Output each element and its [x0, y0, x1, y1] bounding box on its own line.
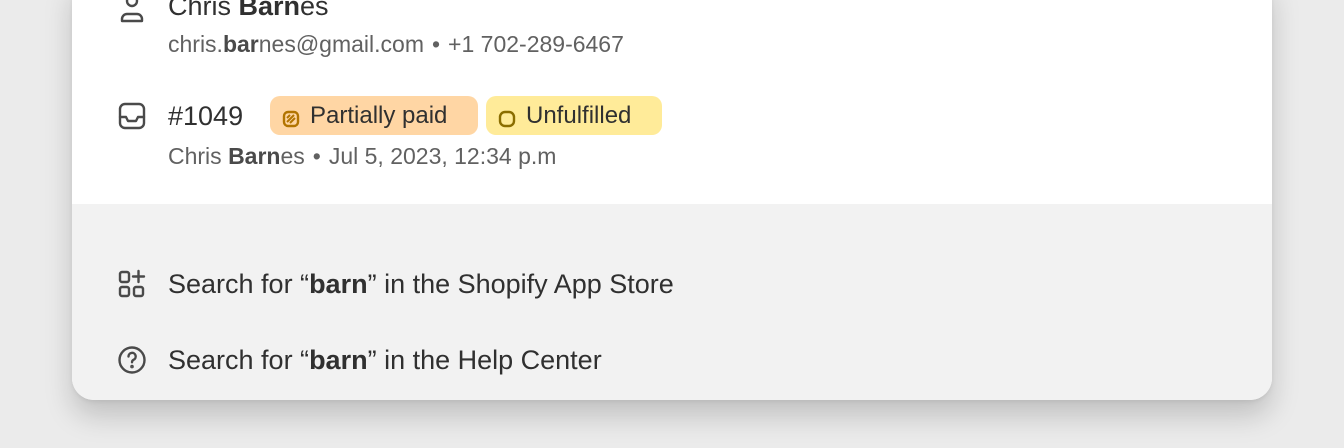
partial-circle-icon: [282, 107, 300, 127]
person-icon: [116, 0, 148, 24]
search-help-center-label: Search for “barn” in the Help Center: [168, 345, 602, 375]
search-results-list: Chris Barnes chris.barnes@gmail.com • +1 7…: [72, 0, 1272, 204]
customer-contact: chris.barnes@gmail.com • +1 702-289-6467: [168, 31, 624, 57]
fulfillment-status-label: Unfulfilled: [526, 101, 632, 129]
help-circle-icon: [116, 344, 148, 376]
search-actions-footer: Search for “barn” in the Shopify App Sto…: [72, 204, 1272, 400]
customer-phone: +1 702-289-6467: [448, 31, 624, 57]
fulfillment-status-badge: Unfulfilled: [486, 96, 662, 135]
search-app-store-label: Search for “barn” in the Shopify App Sto…: [168, 269, 674, 299]
search-app-store-action[interactable]: Search for “barn” in the Shopify App Sto…: [72, 252, 1272, 316]
payment-status-label: Partially paid: [310, 101, 448, 129]
inbox-icon: [116, 100, 148, 132]
order-meta: Chris Barnes • Jul 5, 2023, 12:34 p.m: [168, 143, 557, 169]
email-match-highlight: bar: [222, 31, 259, 57]
search-results-panel: Chris Barnes chris.barnes@gmail.com • +1 7…: [72, 0, 1272, 400]
customer-match-highlight: Barn: [228, 143, 281, 169]
order-date: Jul 5, 2023, 12:34 p.m: [328, 143, 557, 169]
order-number: #1049: [168, 101, 244, 131]
separator-dot: •: [312, 143, 321, 169]
customer-name: Chris Barnes: [168, 0, 329, 22]
separator-dot: •: [431, 31, 441, 57]
payment-status-badge: Partially paid: [270, 96, 478, 135]
name-match-highlight: Barn: [238, 0, 301, 21]
empty-circle-icon: [498, 107, 516, 127]
app-store-icon: [116, 268, 148, 300]
search-help-center-action[interactable]: Search for “barn” in the Help Center: [72, 328, 1272, 392]
